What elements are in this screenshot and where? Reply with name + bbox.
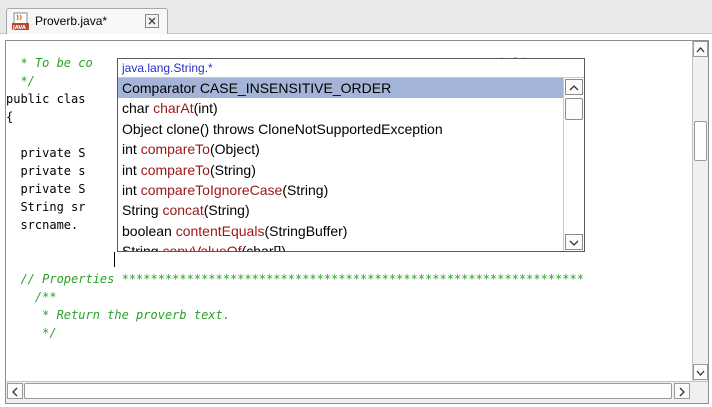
completion-item[interactable]: int compareToIgnoreCase(String) [118, 180, 563, 200]
code-token: */ [6, 74, 35, 88]
completion-item-type: char [122, 100, 154, 117]
completion-item-signature: (String) [203, 202, 250, 219]
completion-item[interactable]: boolean contentEquals(StringBuffer) [118, 221, 563, 241]
code-token: */ [6, 326, 57, 340]
completion-item-signature: (Object) [209, 141, 260, 158]
code-line: private S [6, 144, 85, 162]
code-line: */ [6, 72, 35, 90]
code-line: * Return the proverb text. [6, 306, 230, 324]
code-line: private s [6, 162, 85, 180]
completion-item-type: Object [122, 120, 167, 137]
completion-item-type: String [122, 243, 163, 252]
text-caret [114, 252, 115, 267]
scroll-down-button[interactable] [693, 364, 708, 380]
close-icon[interactable] [145, 14, 159, 28]
completion-item[interactable]: String concat(String) [118, 200, 563, 220]
completion-scroll-thumb[interactable] [565, 98, 583, 120]
scroll-up-button[interactable] [693, 41, 708, 57]
code-completion-popup: java.lang.String.* Comparator CASE_INSEN… [117, 58, 585, 252]
chevron-up-icon [569, 85, 579, 91]
completion-scroll-up-button[interactable] [565, 79, 583, 95]
completion-header: java.lang.String.* [118, 59, 584, 78]
completion-item-type: Comparator [122, 80, 200, 96]
completion-item-selected[interactable]: Comparator CASE_INSENSITIVE_ORDER [118, 78, 563, 98]
code-line: /** [6, 288, 57, 306]
completion-item-signature: (StringBuffer) [264, 222, 348, 239]
completion-item-type: int [122, 182, 141, 198]
code-token: * To be co [6, 56, 93, 70]
code-line: private S [6, 180, 85, 198]
completion-item[interactable]: String copyValueOf(char[]) [118, 241, 563, 252]
completion-list[interactable]: Comparator CASE_INSENSITIVE_ORDER char ch… [118, 78, 563, 252]
completion-item-name: copyValueOf [162, 243, 242, 252]
vertical-scrollbar[interactable] [692, 41, 708, 381]
code-line: { [6, 108, 13, 126]
horizontal-scrollbar[interactable] [6, 381, 708, 403]
scroll-left-button[interactable] [7, 383, 23, 399]
code-line: // Properties **************************… [6, 270, 584, 288]
chevron-right-icon [679, 387, 685, 397]
svg-text:JAVA: JAVA [12, 25, 26, 31]
completion-item-name: compareTo [140, 161, 210, 178]
completion-item-type: int [122, 141, 141, 158]
completion-item[interactable]: Object clone() throws CloneNotSupportedE… [118, 119, 563, 139]
horizontal-scroll-thumb[interactable] [24, 383, 672, 399]
java-file-icon: JAVA [12, 12, 29, 31]
completion-item-name: compareTo [140, 141, 210, 158]
completion-item-type: int [122, 161, 141, 178]
code-token: srcname. [6, 218, 79, 232]
completion-item-name: charAt [153, 100, 194, 117]
completion-item-type: String [122, 202, 163, 219]
chevron-left-icon [12, 387, 18, 397]
completion-item-type: boolean [122, 222, 176, 239]
code-token: /** [6, 290, 57, 304]
completion-scrollbar[interactable] [563, 78, 584, 251]
code-line: srcname. [6, 216, 78, 234]
completion-item-name: contentEquals [175, 222, 265, 239]
code-line: String sr [6, 198, 85, 216]
chevron-down-icon [569, 240, 579, 246]
completion-item-name: clone [166, 120, 200, 137]
file-tab[interactable]: JAVA Proverb.java* [6, 8, 168, 34]
chevron-down-icon [696, 370, 705, 376]
completion-item[interactable]: int compareTo(String) [118, 160, 563, 180]
code-token: * Return the proverb text. [6, 308, 230, 322]
completion-item-signature: (String) [209, 161, 256, 178]
code-token: private S [6, 146, 86, 160]
editor-tab-bar: JAVA Proverb.java* [0, 0, 712, 34]
completion-scroll-down-button[interactable] [565, 234, 583, 250]
completion-item-signature: () throws CloneNotSupportedException [199, 120, 443, 137]
scroll-right-button[interactable] [674, 383, 690, 399]
completion-item[interactable]: char charAt(int) [118, 98, 563, 118]
code-token: { [6, 110, 14, 124]
code-line: */ [6, 324, 57, 342]
completion-item-name: concat [162, 202, 204, 219]
completion-item-name: CASE_INSENSITIVE_ORDER [199, 80, 392, 96]
completion-item[interactable]: int compareTo(Object) [118, 139, 563, 159]
code-token: // Properties **************************… [6, 272, 584, 286]
file-tab-label: Proverb.java* [35, 14, 108, 28]
code-token: public clas [6, 92, 86, 106]
code-token: String sr [6, 200, 86, 214]
completion-item-name: compareToIgnoreCase [140, 182, 283, 198]
completion-item-signature: (String) [282, 182, 329, 198]
completion-item-signature: (int) [193, 100, 218, 117]
code-line: public clas [6, 90, 85, 108]
code-token: private S [6, 182, 86, 196]
code-token: private s [6, 164, 86, 178]
completion-item-signature: (char[]) [241, 243, 286, 252]
chevron-up-icon [696, 47, 705, 53]
vertical-scroll-thumb[interactable] [694, 121, 707, 161]
